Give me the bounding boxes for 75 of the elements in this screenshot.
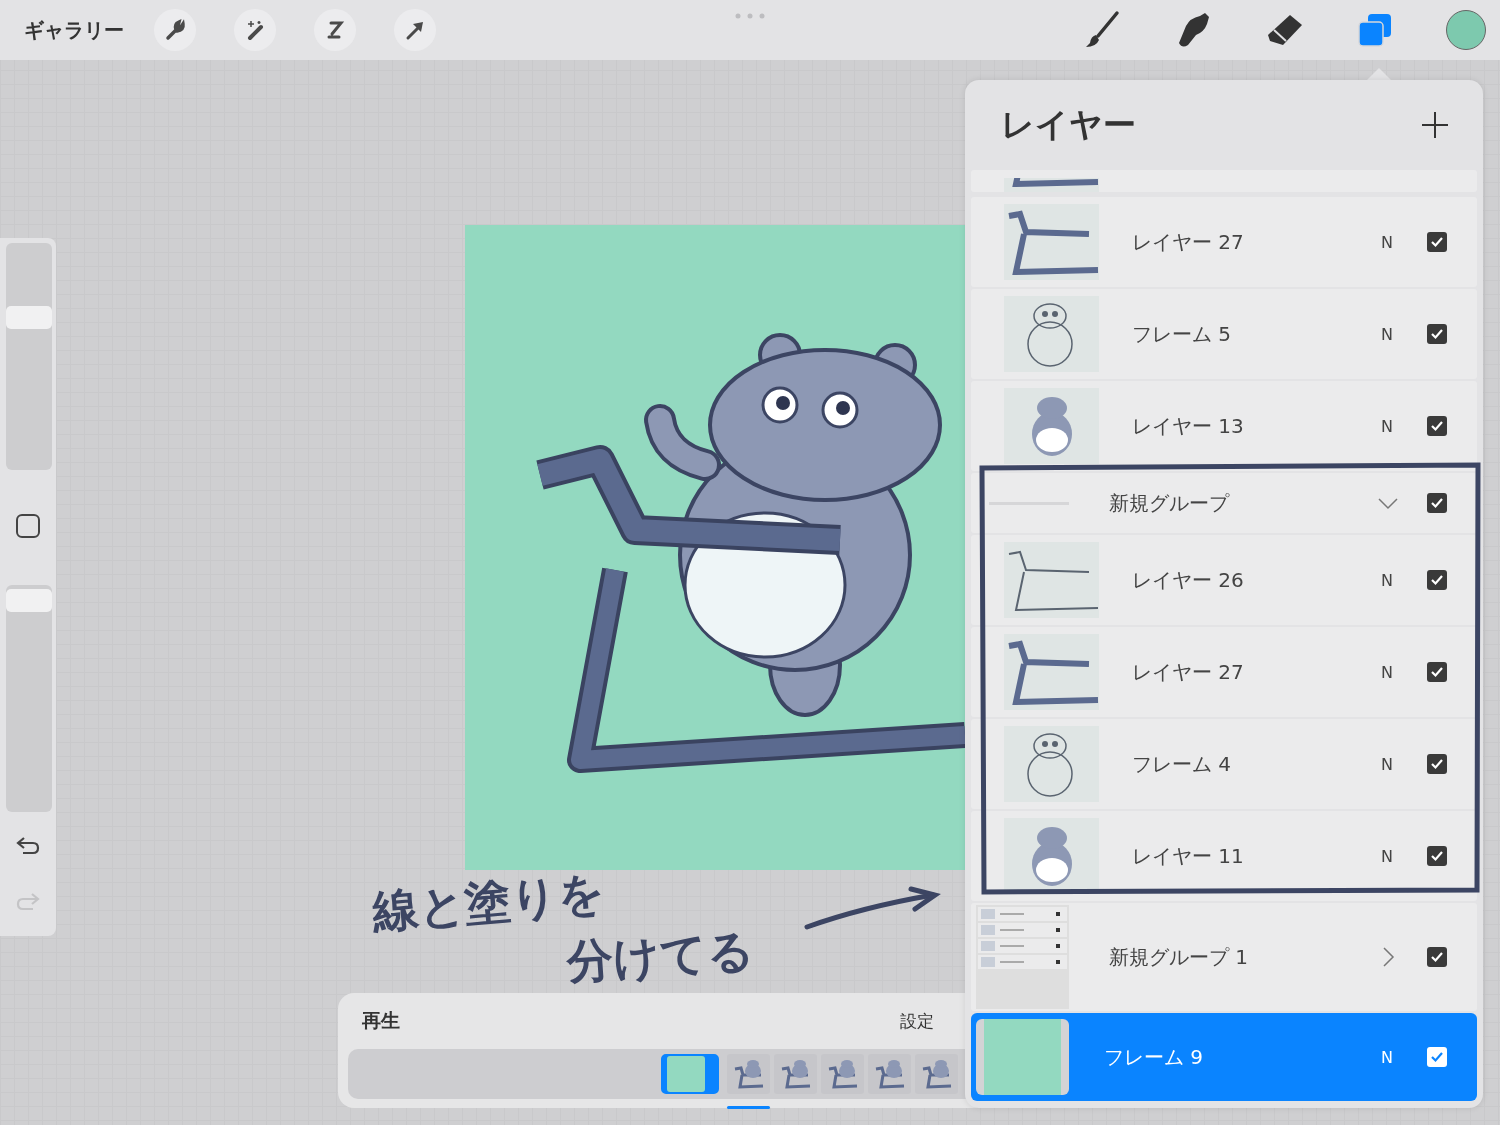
layer-name: フレーム 5 bbox=[1132, 320, 1232, 348]
check-icon bbox=[1430, 574, 1444, 586]
check-icon bbox=[1430, 420, 1444, 432]
frame-thumbnail[interactable] bbox=[727, 1054, 770, 1094]
layer-row[interactable]: フレーム 9 N bbox=[971, 1013, 1477, 1101]
layer-name: レイヤー 11 bbox=[1132, 842, 1244, 870]
panel-title: レイヤー bbox=[1001, 103, 1136, 146]
layer-row[interactable]: レイヤー 27 N bbox=[971, 627, 1477, 717]
arrow-button[interactable] bbox=[394, 9, 436, 51]
frame-thumbnail[interactable] bbox=[661, 1054, 719, 1094]
square-button-icon[interactable] bbox=[15, 513, 41, 539]
slider-handle[interactable] bbox=[6, 306, 52, 330]
check-icon bbox=[1430, 666, 1444, 678]
visibility-checkbox[interactable] bbox=[1427, 570, 1447, 590]
slider-handle[interactable] bbox=[6, 589, 52, 613]
layers-icon[interactable] bbox=[1358, 13, 1392, 47]
visibility-checkbox[interactable] bbox=[1427, 493, 1447, 513]
visibility-checkbox[interactable] bbox=[1427, 662, 1447, 682]
blend-mode-label[interactable]: N bbox=[1377, 754, 1397, 774]
check-icon bbox=[1430, 1051, 1444, 1063]
layer-name: 新規グループ bbox=[1109, 489, 1229, 517]
blend-mode-label[interactable]: N bbox=[1377, 570, 1397, 590]
frame-thumbnail[interactable] bbox=[821, 1054, 864, 1094]
blend-mode-label[interactable]: N bbox=[1377, 416, 1397, 436]
wrench-button[interactable] bbox=[154, 9, 196, 51]
add-icon[interactable] bbox=[1421, 111, 1449, 139]
layer-row[interactable]: 新規グループ 1 bbox=[971, 903, 1477, 1011]
blend-mode-label[interactable]: N bbox=[1377, 232, 1397, 252]
magic-wand-button[interactable] bbox=[234, 9, 276, 51]
check-icon bbox=[1430, 850, 1444, 862]
layer-name: フレーム 4 bbox=[1132, 750, 1232, 778]
blend-mode-label[interactable]: N bbox=[1377, 1047, 1397, 1067]
visibility-checkbox[interactable] bbox=[1427, 416, 1447, 436]
layer-name: 新規グループ 1 bbox=[1109, 943, 1249, 971]
layer-row[interactable]: フレーム 4 N bbox=[971, 719, 1477, 809]
blend-mode-label[interactable]: N bbox=[1377, 662, 1397, 682]
visibility-checkbox[interactable] bbox=[1427, 754, 1447, 774]
layer-row[interactable]: フレーム 5 N bbox=[971, 289, 1477, 379]
layer-row[interactable]: レイヤー 26 N bbox=[971, 535, 1477, 625]
undo-icon[interactable] bbox=[15, 835, 41, 857]
arrow-icon bbox=[404, 19, 426, 41]
layer-name: レイヤー 27 bbox=[1132, 228, 1244, 256]
visibility-checkbox[interactable] bbox=[1427, 324, 1447, 344]
settings-label[interactable]: 設定 bbox=[900, 1009, 934, 1033]
layer-row[interactable]: レイヤー 13 N bbox=[971, 381, 1477, 471]
handwritten-note: 線と塗りを 分けてる bbox=[372, 872, 757, 990]
color-swatch[interactable] bbox=[1446, 10, 1486, 50]
frame-thumbnail[interactable] bbox=[774, 1054, 817, 1094]
playback-label[interactable]: 再生 bbox=[362, 1008, 400, 1034]
gallery-link[interactable]: ギャラリー bbox=[24, 16, 124, 44]
check-icon bbox=[1430, 497, 1444, 509]
check-icon bbox=[1430, 951, 1444, 963]
visibility-checkbox[interactable] bbox=[1427, 1047, 1447, 1067]
frame-thumbnail[interactable] bbox=[915, 1054, 958, 1094]
layer-row[interactable]: 新規グループ bbox=[971, 473, 1477, 533]
selection-button[interactable] bbox=[314, 9, 356, 51]
layer-name: フレーム 9 bbox=[1104, 1043, 1204, 1071]
visibility-checkbox[interactable] bbox=[1427, 846, 1447, 866]
check-icon bbox=[1430, 758, 1444, 770]
layer-row[interactable]: レイヤー 11 N bbox=[971, 811, 1477, 901]
layer-name: レイヤー 27 bbox=[1132, 658, 1244, 686]
visibility-checkbox[interactable] bbox=[1427, 232, 1447, 252]
layer-row[interactable]: レイヤー 27 N bbox=[971, 197, 1477, 287]
finger-icon[interactable] bbox=[1176, 10, 1212, 50]
wrench-icon bbox=[164, 19, 186, 41]
blend-mode-label[interactable]: N bbox=[1377, 324, 1397, 344]
blend-mode-label[interactable]: N bbox=[1377, 846, 1397, 866]
layer-name: レイヤー 26 bbox=[1132, 566, 1244, 594]
eraser-icon[interactable] bbox=[1266, 13, 1304, 47]
layer-name: レイヤー 13 bbox=[1132, 412, 1244, 440]
layer-row[interactable] bbox=[971, 170, 1477, 192]
check-icon bbox=[1430, 328, 1444, 340]
check-icon bbox=[1430, 236, 1444, 248]
visibility-checkbox[interactable] bbox=[1427, 947, 1447, 967]
frame-thumbnail[interactable] bbox=[868, 1054, 911, 1094]
